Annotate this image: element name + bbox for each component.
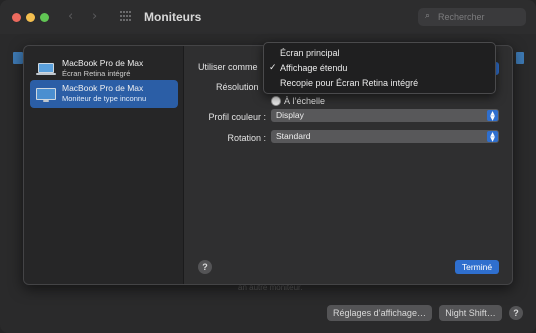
background-display-edge — [516, 52, 524, 64]
menu-item-mirror-display[interactable]: Recopie pour Écran Retina intégré — [264, 76, 495, 91]
back-arrow-icon[interactable]: ‹ — [68, 9, 73, 24]
checkmark-icon: ✓ — [269, 63, 277, 73]
window-title: Moniteurs — [144, 10, 202, 24]
display-name: MacBook Pro de Max — [62, 83, 144, 93]
color-profile-value: Display — [276, 110, 304, 120]
chevron-updown-icon: ▲ ▼ — [487, 110, 498, 122]
help-button[interactable]: ? — [509, 306, 523, 320]
show-all-grid-icon[interactable] — [120, 11, 132, 22]
system-preferences-window: ‹ › Moniteurs ⌕ Rechercher an autre moni… — [0, 0, 536, 333]
forward-arrow-icon[interactable]: › — [92, 9, 97, 24]
rotation-value: Standard — [276, 131, 311, 141]
display-subtitle: Moniteur de type inconnu — [62, 94, 147, 103]
night-shift-button[interactable]: Night Shift… — [439, 305, 502, 321]
menu-item-main-display[interactable]: Écran principal — [264, 46, 495, 61]
search-placeholder: Rechercher — [438, 12, 485, 22]
chevron-updown-icon: ▲ ▼ — [487, 131, 498, 143]
use-as-dropdown-menu: Écran principal ✓ Affichage étendu Recop… — [263, 42, 496, 94]
help-button[interactable]: ? — [198, 260, 212, 274]
use-as-label: Utiliser comme — [198, 62, 258, 72]
close-window-button[interactable] — [12, 13, 21, 22]
display-item-builtin[interactable]: MacBook Pro de Max Écran Retina intégré — [30, 55, 178, 83]
display-item-external[interactable]: MacBook Pro de Max Moniteur de type inco… — [30, 80, 178, 108]
color-profile-label: Profil couleur : — [208, 112, 266, 122]
rotation-popup[interactable]: Standard ▲ ▼ — [271, 130, 499, 143]
search-icon: ⌕ — [425, 11, 431, 21]
display-name: MacBook Pro de Max — [62, 58, 144, 68]
monitor-icon — [36, 88, 56, 102]
laptop-icon — [36, 63, 56, 77]
zoom-window-button[interactable] — [40, 13, 49, 22]
search-field[interactable]: ⌕ Rechercher — [418, 8, 526, 26]
menu-item-extended-display[interactable]: ✓ Affichage étendu — [264, 61, 495, 76]
display-settings-button[interactable]: Réglages d’affichage… — [327, 305, 432, 321]
resolution-label: Résolution — [216, 82, 259, 92]
background-display-edge — [13, 52, 23, 64]
title-bar: ‹ › Moniteurs ⌕ Rechercher — [0, 0, 536, 34]
rotation-label: Rotation : — [227, 133, 266, 143]
display-list: MacBook Pro de Max Écran Retina intégré … — [24, 46, 184, 284]
scaled-radio-button[interactable] — [271, 96, 281, 106]
done-button[interactable]: Terminé — [455, 260, 499, 274]
color-profile-popup[interactable]: Display ▲ ▼ — [271, 109, 499, 122]
minimize-window-button[interactable] — [26, 13, 35, 22]
scaled-radio-label: À l’échelle — [284, 96, 326, 106]
display-subtitle: Écran Retina intégré — [62, 69, 131, 78]
